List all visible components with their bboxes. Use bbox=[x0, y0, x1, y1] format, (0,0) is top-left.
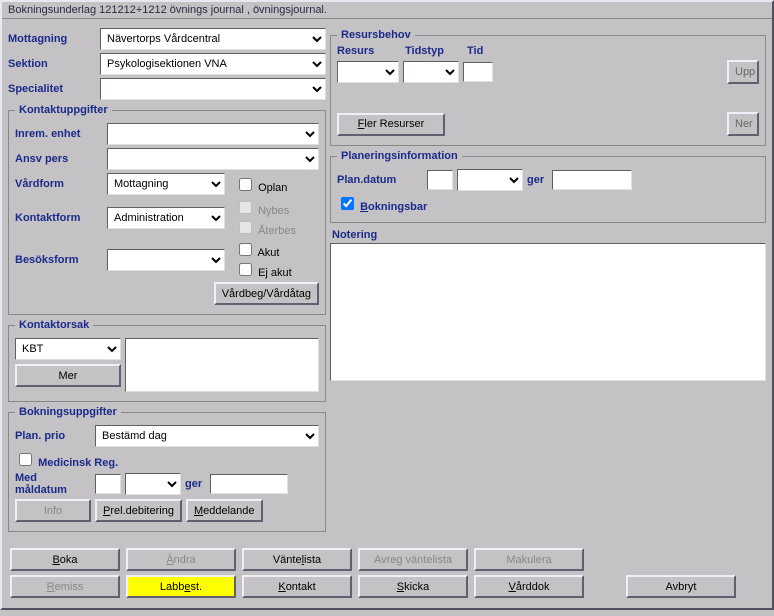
oplan-checkbox[interactable] bbox=[239, 178, 252, 191]
kontaktorsak-group: Kontaktorsak KBT Mer bbox=[8, 319, 326, 402]
ej-akut-checkbox[interactable] bbox=[239, 263, 252, 276]
kontaktuppgifter-group: Kontaktuppgifter Inrem. enhet Ansv pers … bbox=[8, 104, 326, 315]
varddok-button[interactable]: VårddokVårddok bbox=[474, 575, 584, 598]
plan-prio-label: Plan. prio bbox=[15, 430, 91, 442]
boka-button[interactable]: BokaBoka bbox=[10, 548, 120, 571]
bokningsuppgifter-group: Bokningsuppgifter Plan. prio Bestämd dag… bbox=[8, 406, 326, 532]
akut-checkbox[interactable] bbox=[239, 243, 252, 256]
resursbehov-legend: Resursbehov bbox=[337, 29, 415, 41]
specialitet-select[interactable] bbox=[100, 78, 326, 100]
kontaktorsak-select[interactable]: KBT bbox=[15, 338, 121, 360]
sektion-select[interactable]: Psykologisektionen VNA bbox=[100, 53, 326, 75]
bokningsbar-checkbox[interactable] bbox=[341, 197, 354, 210]
window-title: Bokningsunderlag 121212+1212 övnings jou… bbox=[2, 2, 772, 19]
resurs-header: Resurs bbox=[337, 45, 399, 57]
labbest-button[interactable]: Labbest.Labbest. bbox=[126, 575, 236, 598]
avreg-vantelista-button[interactable]: Avreg väntelista bbox=[358, 548, 468, 571]
aterbes-label: Återbes bbox=[258, 225, 296, 237]
tid-input[interactable] bbox=[463, 62, 493, 82]
kontaktform-label: Kontaktform bbox=[15, 212, 103, 224]
medicinsk-reg-checkbox[interactable] bbox=[19, 453, 32, 466]
tidstyp-select[interactable] bbox=[403, 61, 459, 83]
akut-label: Akut bbox=[257, 247, 279, 259]
meddelande-button[interactable]: MeddelandeMeddelande bbox=[186, 499, 263, 522]
maldatum-unit-select[interactable] bbox=[125, 473, 181, 495]
ansv-pers-select[interactable] bbox=[107, 148, 319, 170]
specialitet-label: Specialitet bbox=[8, 83, 96, 95]
kontaktuppgifter-legend: Kontaktuppgifter bbox=[15, 104, 112, 116]
ger-label: ger bbox=[185, 478, 202, 490]
remiss-button[interactable]: RemissRemiss bbox=[10, 575, 120, 598]
kontakt-button[interactable]: KontaktKontakt bbox=[242, 575, 352, 598]
skicka-button[interactable]: SkickaSkicka bbox=[358, 575, 468, 598]
kontaktorsak-legend: Kontaktorsak bbox=[15, 319, 93, 331]
info-button[interactable]: Info bbox=[15, 499, 91, 522]
prel-debitering-button[interactable]: PPrel.debiteringrel.debitering bbox=[95, 499, 182, 522]
plan-datum-select[interactable] bbox=[457, 169, 523, 191]
tidstyp-header: Tidstyp bbox=[405, 45, 461, 57]
mottagning-label: Mottagning bbox=[8, 33, 96, 45]
plan-ger-output[interactable] bbox=[552, 170, 632, 190]
nybes-label: Nybes bbox=[258, 205, 289, 217]
notering-label: Notering bbox=[332, 229, 766, 241]
ner-button[interactable]: Ner bbox=[727, 112, 759, 136]
kontaktform-select[interactable]: Administration bbox=[107, 207, 225, 229]
tid-header: Tid bbox=[467, 45, 497, 57]
plan-prio-select[interactable]: Bestämd dag bbox=[95, 425, 319, 447]
plan-datum-label: Plan.datum bbox=[337, 174, 423, 186]
aterbes-checkbox bbox=[239, 221, 252, 234]
besoksform-label: Besöksform bbox=[15, 254, 103, 266]
notering-textarea[interactable] bbox=[330, 243, 766, 381]
planeringsinformation-legend: Planeringsinformation bbox=[337, 150, 462, 162]
makulera-button[interactable]: Makulera bbox=[474, 548, 584, 571]
plan-ger-label: ger bbox=[527, 174, 544, 186]
besoksform-select[interactable] bbox=[107, 249, 225, 271]
resurs-select[interactable] bbox=[337, 61, 399, 83]
inrem-enhet-label: Inrem. enhet bbox=[15, 128, 103, 140]
ger-output[interactable] bbox=[210, 474, 288, 494]
vardform-label: Vårdform bbox=[15, 178, 103, 190]
resursbehov-group: Resursbehov Resurs Tidstyp Tid Upp Fler … bbox=[330, 29, 766, 146]
ej-akut-label: Ej akut bbox=[258, 267, 292, 279]
avbryt-button[interactable]: Avbryt bbox=[626, 575, 736, 598]
med-maldatum-input[interactable] bbox=[95, 474, 121, 494]
vardbeg-button[interactable]: Vårdbeg/Vårdåtag bbox=[214, 282, 319, 305]
fler-resurser-button[interactable]: Fler ResurserFler Resurser bbox=[337, 113, 445, 136]
planeringsinformation-group: Planeringsinformation Plan.datum ger Bok… bbox=[330, 150, 766, 223]
mottagning-select[interactable]: Nävertorps Vårdcentral bbox=[100, 28, 326, 50]
medicinsk-reg-label: Medicinsk Reg. bbox=[38, 457, 118, 469]
kontaktorsak-text[interactable] bbox=[125, 338, 319, 392]
inrem-enhet-select[interactable] bbox=[107, 123, 319, 145]
mer-button[interactable]: Mer bbox=[15, 364, 121, 387]
med-maldatum-label: Med måldatum bbox=[15, 472, 91, 496]
upp-button[interactable]: Upp bbox=[727, 60, 759, 84]
andra-button[interactable]: ÄndraÄndra bbox=[126, 548, 236, 571]
oplan-label: Oplan bbox=[258, 182, 287, 194]
nybes-checkbox bbox=[239, 201, 252, 214]
ansv-pers-label: Ansv pers bbox=[15, 153, 103, 165]
plan-datum-input[interactable] bbox=[427, 170, 453, 190]
vardform-select[interactable]: Mottagning bbox=[107, 173, 225, 195]
vantelista-button[interactable]: VäntelistaVäntelista bbox=[242, 548, 352, 571]
bokningsbar-label: BokningsbarBokningsbar bbox=[360, 201, 427, 213]
bokningsuppgifter-legend: Bokningsuppgifter bbox=[15, 406, 121, 418]
sektion-label: Sektion bbox=[8, 58, 96, 70]
